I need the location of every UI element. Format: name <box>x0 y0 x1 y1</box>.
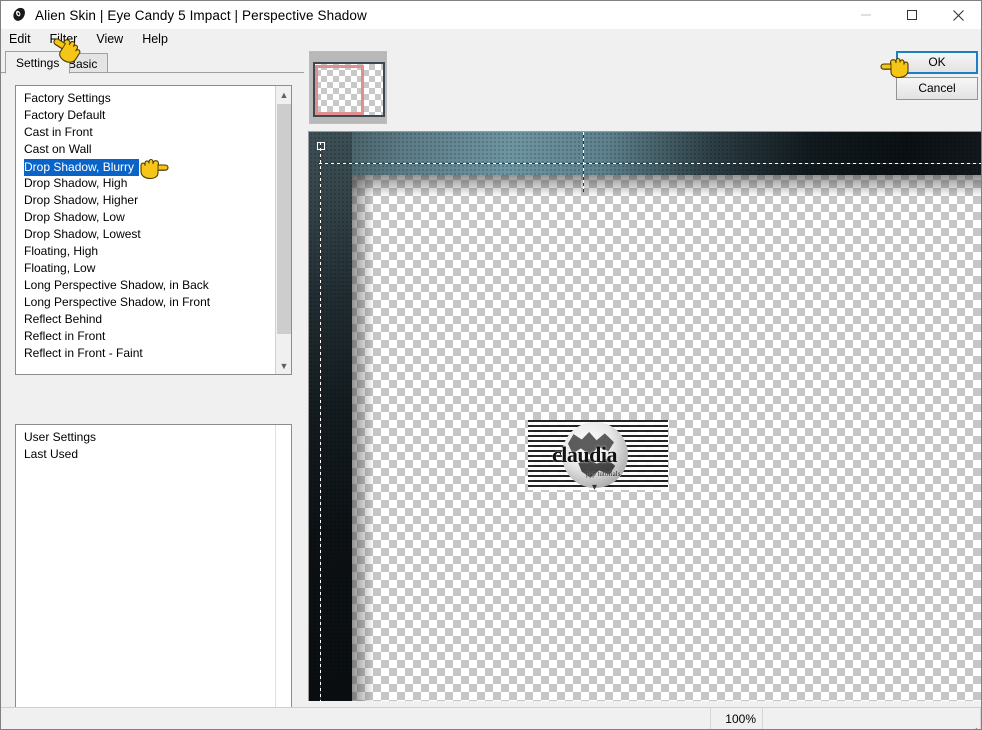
close-icon[interactable] <box>935 1 981 29</box>
transparency-checkerboard <box>309 132 981 701</box>
list-item-selected[interactable]: Drop Shadow, Blurry <box>24 159 140 176</box>
frame-band-left <box>309 132 352 701</box>
application-window: Alien Skin | Eye Candy 5 Impact | Perspe… <box>0 0 982 730</box>
preset-list-items: Factory Settings Factory Default Cast in… <box>16 86 291 362</box>
pointing-hand-cursor-ok <box>879 54 921 87</box>
user-settings-items: User Settings Last Used <box>16 425 291 463</box>
alien-eye-icon <box>9 5 29 25</box>
list-item[interactable]: Drop Shadow, Higher <box>16 192 291 209</box>
user-list-scrollbar[interactable] <box>275 425 291 711</box>
preview-panel: Preview Background: None ▾ OK Cancel <box>304 49 981 729</box>
list-item[interactable]: Floating, High <box>16 243 291 260</box>
list-item[interactable]: Long Perspective Shadow, in Front <box>16 294 291 311</box>
user-settings-list[interactable]: User Settings Last Used <box>15 424 292 712</box>
settings-panel: Settings Basic Factory Settings Factory … <box>1 49 304 729</box>
preset-list[interactable]: Factory Settings Factory Default Cast in… <box>15 85 292 375</box>
title-bar: Alien Skin | Eye Candy 5 Impact | Perspe… <box>1 1 981 29</box>
list-item[interactable]: Floating, Low <box>16 260 291 277</box>
resize-grip-icon[interactable] <box>968 718 978 729</box>
menu-item-help[interactable]: Help <box>142 31 177 47</box>
selection-guide-horizontal <box>319 163 981 164</box>
selection-guide-vertical-secondary <box>583 132 584 192</box>
list-item[interactable]: Reflect in Front - Faint <box>16 345 291 362</box>
preview-canvas[interactable]: claudia psp tutorials ▾ <box>308 131 981 701</box>
menu-item-view[interactable]: View <box>96 31 132 47</box>
selection-guide-vertical <box>320 142 321 701</box>
frame-dot-texture <box>309 132 352 701</box>
scroll-down-icon[interactable]: ▼ <box>276 357 291 374</box>
list-item[interactable]: Reflect in Front <box>16 328 291 345</box>
menu-bar: Edit Filter View Help <box>1 29 981 49</box>
navigator-thumbnail[interactable] <box>309 51 387 124</box>
zoom-level: 100% <box>711 707 763 729</box>
minimize-icon[interactable] <box>843 1 889 29</box>
watermark-text: claudia <box>552 442 617 467</box>
window-title: Alien Skin | Eye Candy 5 Impact | Perspe… <box>35 7 367 23</box>
selection-handle[interactable] <box>317 142 325 150</box>
scroll-up-icon[interactable]: ▲ <box>276 86 291 103</box>
window-controls <box>843 1 981 29</box>
pointing-hand-cursor-menu <box>47 33 91 78</box>
watermark-chevron-icon: ▾ <box>592 482 598 493</box>
list-item[interactable]: Reflect Behind <box>16 311 291 328</box>
status-message <box>1 707 711 729</box>
list-item[interactable]: Cast in Front <box>16 124 291 141</box>
frame-band-top <box>309 132 981 175</box>
list-item[interactable]: User Settings <box>16 429 291 446</box>
navigator-viewport-rect[interactable] <box>315 65 364 115</box>
watermark-subtext: psp tutorials <box>586 470 621 478</box>
menu-item-edit[interactable]: Edit <box>9 31 40 47</box>
watermark-overlay: claudia psp tutorials ▾ <box>528 420 668 493</box>
list-item[interactable]: Drop Shadow, Low <box>16 209 291 226</box>
list-item[interactable]: Last Used <box>16 446 291 463</box>
status-right-cell <box>763 707 981 729</box>
list-item[interactable]: Drop Shadow, Lowest <box>16 226 291 243</box>
scrollbar-thumb[interactable] <box>277 104 291 334</box>
list-item[interactable]: Factory Settings <box>16 90 291 107</box>
pointing-hand-cursor-list <box>127 154 171 189</box>
status-bar: 100% <box>1 707 981 729</box>
maximize-icon[interactable] <box>889 1 935 29</box>
list-item[interactable]: Long Perspective Shadow, in Back <box>16 277 291 294</box>
list-item[interactable]: Factory Default <box>16 107 291 124</box>
frame-dot-texture <box>309 132 981 175</box>
preset-list-scrollbar[interactable]: ▲ ▼ <box>275 86 291 374</box>
